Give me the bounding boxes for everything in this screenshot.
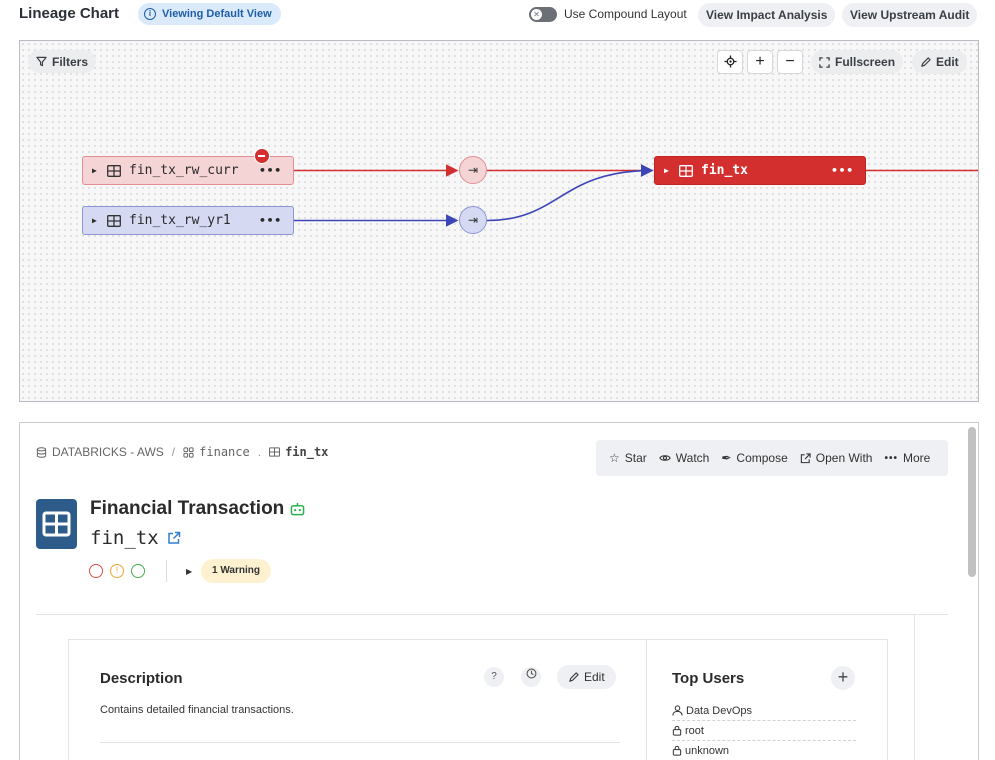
entity-title: Financial Transaction bbox=[90, 498, 305, 520]
breadcrumb: DATABRICKS - AWS / finance . fin_tx bbox=[36, 445, 328, 459]
expand-triangle-icon[interactable]: ▶ bbox=[92, 216, 100, 225]
more-icon[interactable]: ••• bbox=[259, 214, 282, 227]
node-fin-tx-rw-yr1[interactable]: ▶ fin_tx_rw_yr1 ••• bbox=[82, 206, 294, 235]
breadcrumb-dot: . bbox=[257, 445, 262, 459]
more-icon[interactable]: ••• bbox=[259, 164, 282, 177]
compound-layout-toggle[interactable]: ✕ bbox=[529, 7, 557, 22]
description-title: Description bbox=[100, 670, 183, 687]
user-row[interactable]: unknown bbox=[672, 741, 856, 760]
star-label: Star bbox=[624, 451, 647, 465]
default-view-label: Viewing Default View bbox=[162, 8, 272, 20]
pen-icon: ✒ bbox=[721, 451, 732, 465]
compose-button[interactable]: ✒ Compose bbox=[721, 451, 787, 465]
user-icon bbox=[672, 705, 683, 716]
open-with-label: Open With bbox=[815, 451, 873, 465]
error-status-icon[interactable] bbox=[89, 564, 103, 578]
table-icon bbox=[679, 164, 693, 177]
user-row[interactable]: Data DevOps bbox=[672, 701, 856, 721]
database-icon bbox=[36, 446, 47, 458]
scrollbar[interactable] bbox=[968, 427, 976, 577]
more-icon[interactable]: ••• bbox=[831, 164, 854, 177]
warning-pill[interactable]: 1 Warning bbox=[201, 559, 271, 583]
node-label: fin_tx bbox=[701, 163, 748, 178]
user-row[interactable]: root bbox=[672, 721, 856, 741]
merge-node-blue[interactable]: ⇥ bbox=[459, 206, 487, 234]
breadcrumb-table: fin_tx bbox=[285, 445, 329, 459]
view-upstream-audit-button[interactable]: View Upstream Audit bbox=[842, 3, 978, 27]
external-link-icon[interactable] bbox=[167, 531, 181, 545]
watch-button[interactable]: Watch bbox=[659, 451, 710, 465]
default-view-pill[interactable]: i Viewing Default View bbox=[138, 3, 281, 25]
pencil-icon bbox=[569, 671, 579, 682]
edge-merge-blue-fin bbox=[486, 164, 654, 222]
warning-status-icon[interactable]: ! bbox=[110, 564, 124, 578]
plus-icon: + bbox=[837, 667, 849, 687]
table-icon bbox=[107, 164, 121, 177]
user-name: Data DevOps bbox=[686, 704, 753, 717]
watch-label: Watch bbox=[675, 451, 710, 465]
entity-technical-name: fin_tx bbox=[90, 527, 181, 549]
divider bbox=[36, 614, 948, 615]
lock-user-icon bbox=[672, 745, 682, 756]
transform-icon: ⇥ bbox=[467, 163, 479, 177]
close-icon: ✕ bbox=[531, 9, 542, 20]
remove-badge-icon[interactable] bbox=[254, 148, 270, 164]
star-button[interactable]: ☆ Star bbox=[609, 451, 647, 465]
entity-display-name: Financial Transaction bbox=[90, 498, 285, 519]
merge-node-red[interactable]: ⇥ bbox=[459, 156, 487, 184]
entity-action-bar: ☆ Star Watch ✒ Compose Open With ••• More bbox=[596, 440, 948, 476]
node-fin-tx[interactable]: ▶ fin_tx ••• bbox=[654, 156, 866, 185]
node-label: fin_tx_rw_yr1 bbox=[129, 213, 231, 228]
robot-icon bbox=[290, 502, 305, 516]
top-bar: Lineage Chart i Viewing Default View ✕ U… bbox=[0, 0, 995, 32]
view-impact-analysis-button[interactable]: View Impact Analysis bbox=[698, 3, 836, 27]
top-users-title: Top Users bbox=[672, 670, 745, 687]
divider bbox=[100, 742, 620, 743]
quality-status-dots: ! bbox=[89, 564, 145, 578]
expand-triangle-icon[interactable]: ▶ bbox=[92, 166, 100, 175]
info-icon: i bbox=[144, 8, 156, 20]
more-button[interactable]: ••• More bbox=[884, 451, 930, 465]
history-icon[interactable] bbox=[521, 667, 541, 687]
entity-detail-panel: DATABRICKS - AWS / finance . fin_tx ☆ Sta… bbox=[19, 422, 979, 760]
eye-icon bbox=[659, 455, 671, 461]
divider bbox=[166, 560, 167, 582]
overview-card: Description ? Edit Contains detailed fin… bbox=[68, 639, 888, 760]
lock-user-icon bbox=[672, 725, 682, 736]
user-name: unknown bbox=[685, 744, 730, 757]
page-title: Lineage Chart bbox=[19, 5, 120, 22]
entity-name-text: fin_tx bbox=[90, 527, 159, 549]
expand-triangle-icon[interactable]: ▶ bbox=[186, 567, 192, 576]
external-link-icon bbox=[800, 452, 811, 463]
success-status-icon[interactable] bbox=[131, 564, 145, 578]
compound-layout-label: Use Compound Layout bbox=[564, 7, 687, 21]
breadcrumb-schema[interactable]: finance bbox=[199, 445, 250, 459]
compose-label: Compose bbox=[736, 451, 788, 465]
help-icon[interactable]: ? bbox=[484, 667, 504, 687]
description-edit-button[interactable]: Edit bbox=[557, 665, 616, 689]
expand-triangle-icon[interactable]: ▶ bbox=[664, 166, 672, 175]
table-icon bbox=[107, 214, 121, 227]
breadcrumb-separator: / bbox=[171, 445, 176, 459]
divider bbox=[914, 615, 915, 760]
open-with-button[interactable]: Open With bbox=[800, 451, 873, 465]
star-icon: ☆ bbox=[609, 451, 620, 465]
description-text: Contains detailed financial transactions… bbox=[100, 704, 294, 716]
schema-icon bbox=[183, 446, 194, 458]
more-label: More bbox=[902, 451, 931, 465]
breadcrumb-source[interactable]: DATABRICKS - AWS bbox=[52, 445, 164, 459]
table-icon bbox=[269, 447, 281, 457]
entity-table-icon bbox=[36, 499, 77, 549]
transform-icon: ⇥ bbox=[467, 213, 479, 227]
user-name: root bbox=[685, 724, 704, 737]
node-label: fin_tx_rw_curr bbox=[129, 163, 239, 178]
description-edit-label: Edit bbox=[584, 670, 605, 684]
more-icon: ••• bbox=[884, 452, 898, 464]
lineage-canvas[interactable]: Filters + − Fullscreen Edit ▶ fin_tx_rw_… bbox=[19, 40, 979, 402]
add-user-button[interactable]: + bbox=[831, 666, 855, 690]
card-divider bbox=[646, 640, 647, 760]
